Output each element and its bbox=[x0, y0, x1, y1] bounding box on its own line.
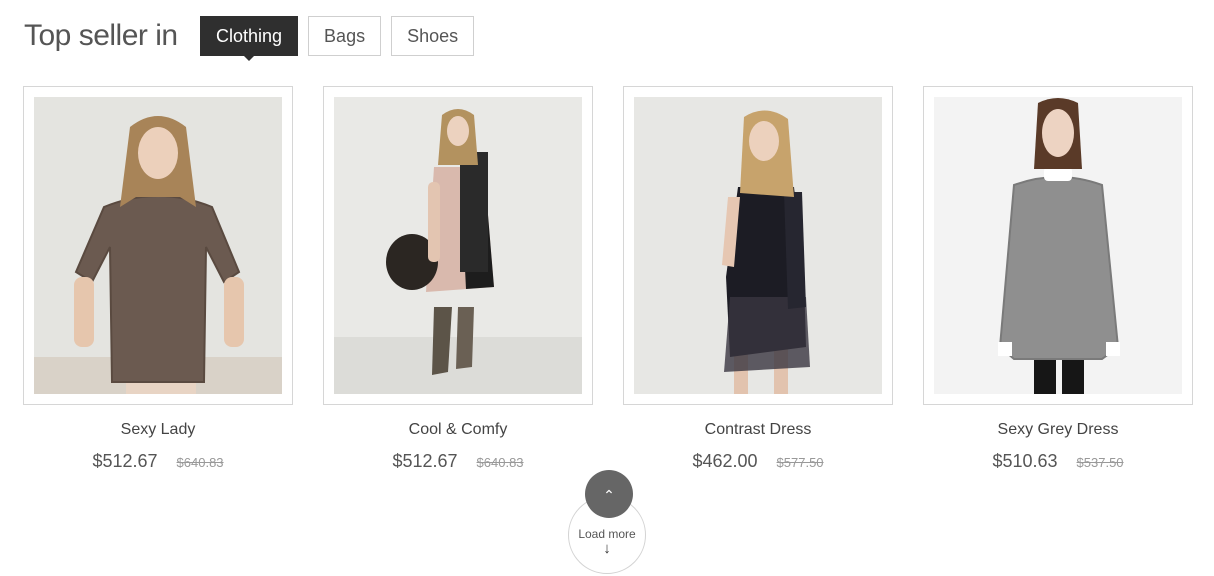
product-photo[interactable] bbox=[634, 97, 882, 394]
product-photo[interactable] bbox=[934, 97, 1182, 394]
product-image-frame[interactable] bbox=[623, 86, 893, 405]
product-name[interactable]: Sexy Lady bbox=[23, 420, 293, 440]
product-prices: $512.67 $640.83 bbox=[23, 449, 293, 475]
load-more-label: Load more bbox=[578, 527, 636, 541]
scroll-up-button[interactable]: ⌃ bbox=[585, 470, 633, 518]
product-photo[interactable] bbox=[34, 97, 282, 394]
tab-bags[interactable]: Bags bbox=[308, 16, 382, 56]
product-price: $510.63 bbox=[992, 451, 1058, 471]
category-tabs: Clothing Bags Shoes bbox=[200, 16, 475, 61]
tab-shoes[interactable]: Shoes bbox=[391, 16, 475, 56]
product-card[interactable]: Cool & Comfy $512.67 $640.83 bbox=[323, 86, 593, 475]
section-title: Top seller in bbox=[24, 19, 178, 52]
product-photo[interactable] bbox=[334, 97, 582, 394]
product-prices: $462.00 $577.50 bbox=[623, 449, 893, 475]
product-prices: $510.63 $537.50 bbox=[923, 449, 1193, 475]
product-card[interactable]: Sexy Grey Dress $510.63 $537.50 bbox=[923, 86, 1193, 475]
product-card[interactable]: Sexy Lady $512.67 $640.83 bbox=[23, 86, 293, 475]
product-prices: $512.67 $640.83 bbox=[323, 449, 593, 475]
product-image-frame[interactable] bbox=[923, 86, 1193, 405]
arrow-down-icon: ↓ bbox=[603, 540, 611, 557]
product-price: $512.67 bbox=[92, 451, 158, 471]
product-old-price: $640.83 bbox=[476, 455, 524, 470]
product-image-frame[interactable] bbox=[323, 86, 593, 405]
product-price: $462.00 bbox=[692, 451, 758, 471]
product-name[interactable]: Cool & Comfy bbox=[323, 420, 593, 440]
product-old-price: $577.50 bbox=[776, 455, 824, 470]
load-more-control: ⌃ Load more ↓ bbox=[568, 470, 648, 576]
product-old-price: $640.83 bbox=[176, 455, 224, 470]
product-name[interactable]: Contrast Dress bbox=[623, 420, 893, 440]
product-card[interactable]: Contrast Dress $462.00 $577.50 bbox=[623, 86, 893, 475]
product-grid: Sexy Lady $512.67 $640.83 Cool & Comfy $… bbox=[23, 86, 1193, 475]
chevron-up-icon: ⌃ bbox=[603, 487, 615, 503]
product-name[interactable]: Sexy Grey Dress bbox=[923, 420, 1193, 440]
section-header: Top seller in Clothing Bags Shoes bbox=[24, 16, 475, 61]
tab-clothing[interactable]: Clothing bbox=[200, 16, 299, 61]
product-price: $512.67 bbox=[392, 451, 458, 471]
product-image-frame[interactable] bbox=[23, 86, 293, 405]
product-old-price: $537.50 bbox=[1076, 455, 1124, 470]
